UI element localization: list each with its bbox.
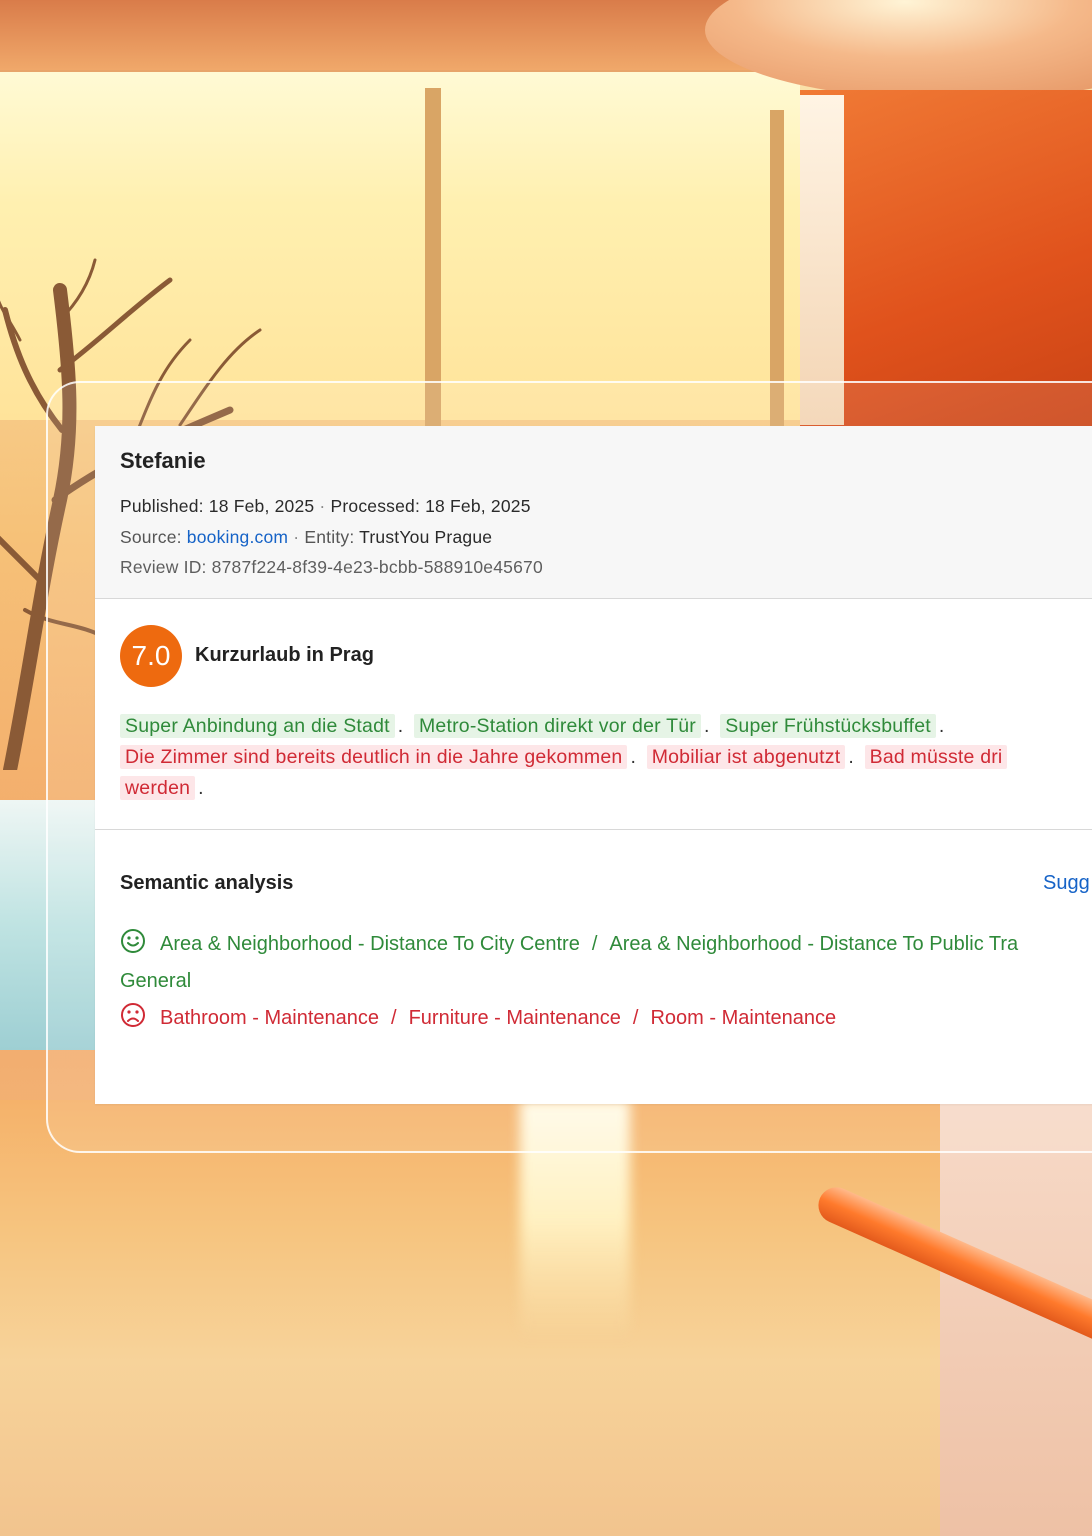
- section-divider: [95, 829, 1092, 830]
- review-card: Stefanie Published: 18 Feb, 2025 · Proce…: [95, 426, 1092, 1104]
- negative-snippet: Bad müsste dri: [864, 745, 1008, 769]
- negative-snippet: werden: [120, 776, 196, 800]
- entity-label: Entity:: [304, 527, 355, 547]
- sad-face-icon: [121, 1003, 145, 1027]
- semantic-analysis-title: Semantic analysis: [120, 872, 294, 894]
- published-date: Published: 18 Feb, 2025: [120, 496, 315, 516]
- review-snippets: Super Anbindung an die Stadt. Metro-Stat…: [120, 711, 1092, 804]
- positive-topics-wrap: General: [120, 963, 1092, 1000]
- topic-tag[interactable]: Furniture - Maintenance: [409, 1007, 621, 1029]
- negative-topics: Bathroom - Maintenance / Furniture - Maint…: [120, 1000, 1092, 1037]
- positive-snippet: Super Anbindung an die Stadt: [120, 714, 395, 738]
- negative-snippet: Mobiliar ist abgenutzt: [646, 745, 846, 769]
- negative-snippet: Die Zimmer sind bereits deutlich in die …: [120, 745, 628, 769]
- dates-line: Published: 18 Feb, 2025 · Processed: 18 …: [120, 496, 531, 516]
- topic-tag[interactable]: Room - Maintenance: [650, 1007, 836, 1029]
- review-id-line: Review ID: 8787f224-8f39-4e23-bcbb-58891…: [120, 557, 543, 578]
- suggest-link[interactable]: Sugg: [1043, 872, 1090, 895]
- review-header: Stefanie Published: 18 Feb, 2025 · Proce…: [95, 426, 1092, 599]
- smiley-face-icon: [121, 929, 145, 953]
- source-label: Source:: [120, 527, 182, 547]
- review-title: Kurzurlaub in Prag: [195, 644, 374, 666]
- positive-snippet: Metro-Station direkt vor der Tür: [413, 714, 701, 738]
- topic-tag[interactable]: Bathroom - Maintenance: [160, 1007, 379, 1029]
- source-line: Source: booking.com · Entity: TrustYou P…: [120, 527, 493, 547]
- positive-topics: Area & Neighborhood - Distance To City C…: [120, 926, 1092, 963]
- reviewer-name: Stefanie: [120, 448, 206, 473]
- positive-snippet: Super Frühstücksbuffet: [720, 714, 936, 738]
- review-id-label: Review ID:: [120, 557, 207, 577]
- topic-tag[interactable]: Area & Neighborhood - Distance To Public…: [609, 933, 1018, 955]
- processed-date: Processed: 18 Feb, 2025: [330, 496, 531, 516]
- source-link[interactable]: booking.com: [187, 527, 288, 547]
- score-badge: 7.0: [120, 625, 182, 687]
- entity-value: TrustYou Prague: [359, 527, 493, 547]
- review-id-value: 8787f224-8f39-4e23-bcbb-588910e45670: [211, 557, 543, 577]
- topic-tag[interactable]: General: [120, 970, 191, 992]
- topic-tag[interactable]: Area & Neighborhood - Distance To City C…: [160, 933, 580, 955]
